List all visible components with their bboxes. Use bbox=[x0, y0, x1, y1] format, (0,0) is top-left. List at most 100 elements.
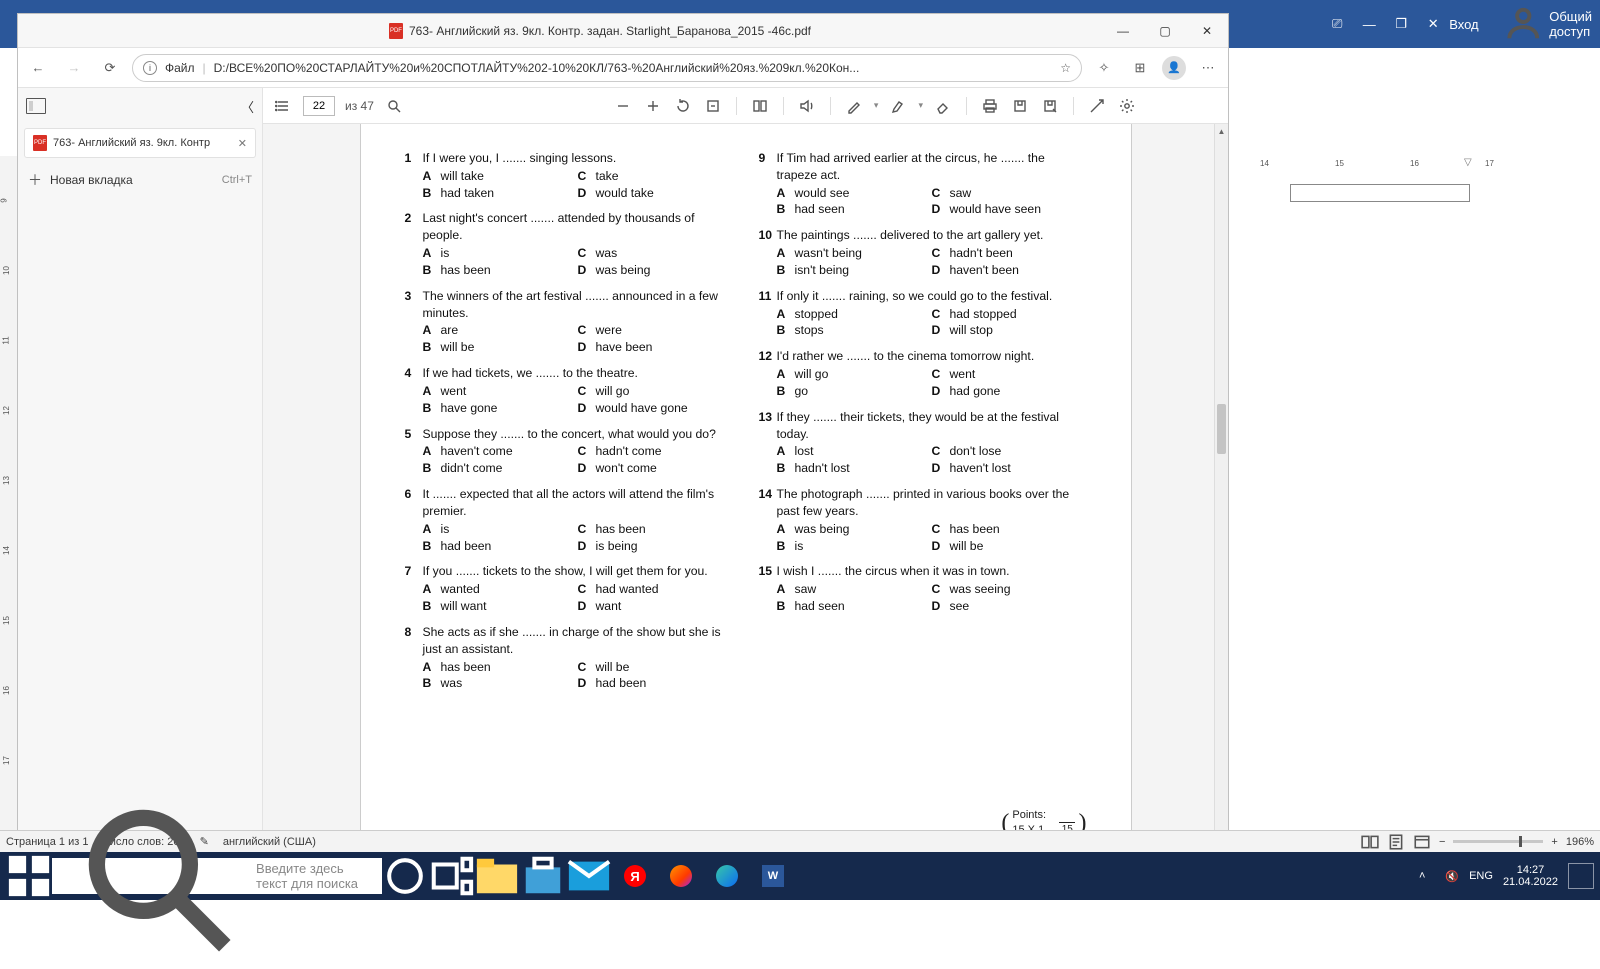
save-as-icon[interactable] bbox=[1040, 96, 1060, 116]
word-icon[interactable]: W bbox=[750, 852, 796, 900]
question-number: 13 bbox=[759, 409, 777, 477]
question-text: If only it ....... raining, so we could … bbox=[777, 288, 1087, 305]
refresh-button[interactable]: ⟳ bbox=[96, 54, 124, 82]
scroll-up-icon[interactable]: ▲ bbox=[1215, 124, 1228, 138]
address-bar[interactable]: i Файл | D:/ВСЕ%20ПО%20СТАРЛАЙТУ%20и%20С… bbox=[132, 54, 1082, 82]
settings-icon[interactable] bbox=[1117, 96, 1137, 116]
clock[interactable]: 14:27 21.04.2022 bbox=[1503, 864, 1558, 888]
yandex-icon[interactable]: Я bbox=[612, 852, 658, 900]
question: 5Suppose they ....... to the concert, wh… bbox=[405, 426, 733, 477]
login-link[interactable]: Вход bbox=[1449, 17, 1478, 32]
min-icon[interactable]: — bbox=[1359, 14, 1379, 34]
explorer-icon[interactable] bbox=[474, 852, 520, 900]
sidebar-thumbnails-icon[interactable] bbox=[26, 98, 46, 114]
question: 7If you ....... tickets to the show, I w… bbox=[405, 563, 733, 614]
option-b: has been bbox=[441, 262, 491, 279]
horizontal-ruler: 14 15 16 17 bbox=[1230, 156, 1600, 174]
notifications-icon[interactable] bbox=[1568, 863, 1594, 889]
search-icon[interactable] bbox=[384, 96, 404, 116]
firefox-icon[interactable] bbox=[658, 852, 704, 900]
file-label: Файл bbox=[165, 61, 195, 75]
option-d: will stop bbox=[950, 322, 993, 339]
task-view-icon[interactable] bbox=[428, 852, 474, 900]
zoom-in-button[interactable]: + bbox=[1551, 836, 1557, 848]
forward-button[interactable]: → bbox=[60, 54, 88, 82]
option-a: haven't come bbox=[441, 443, 513, 460]
zoom-in-icon[interactable] bbox=[643, 96, 663, 116]
restore-icon[interactable]: ❐ bbox=[1391, 14, 1411, 34]
option-d: had been bbox=[596, 675, 647, 692]
option-d: haven't been bbox=[950, 262, 1019, 279]
draw-icon[interactable] bbox=[844, 96, 864, 116]
option-d: had gone bbox=[950, 383, 1001, 400]
question: 4If we had tickets, we ....... to the th… bbox=[405, 365, 733, 416]
sidebar-new-tab[interactable]: ＋ Новая вкладка Ctrl+T bbox=[18, 162, 262, 198]
page-input[interactable] bbox=[303, 96, 335, 116]
zoom-out-icon[interactable] bbox=[613, 96, 633, 116]
chevron-down-icon[interactable]: ▾ bbox=[874, 100, 879, 111]
zoom-out-button[interactable]: − bbox=[1439, 836, 1445, 848]
print-icon[interactable] bbox=[980, 96, 1000, 116]
highlight-icon[interactable] bbox=[888, 96, 908, 116]
pdf-viewer[interactable]: 1If I were you, I ....... singing lesson… bbox=[263, 124, 1228, 846]
cortana-icon[interactable] bbox=[382, 852, 428, 900]
option-c: hadn't been bbox=[950, 245, 1013, 262]
start-button[interactable] bbox=[6, 852, 52, 900]
back-button[interactable]: ← bbox=[24, 54, 52, 82]
store-icon[interactable] bbox=[520, 852, 566, 900]
favorites-icon[interactable]: ✧ bbox=[1090, 54, 1118, 82]
option-b: stops bbox=[795, 322, 824, 339]
page-view-icon[interactable] bbox=[750, 96, 770, 116]
option-a: are bbox=[441, 322, 459, 339]
erase-icon[interactable] bbox=[933, 96, 953, 116]
share-label: Общий доступ bbox=[1549, 9, 1592, 39]
web-layout-icon[interactable] bbox=[1413, 834, 1431, 850]
ruler-mark: 14 bbox=[1260, 159, 1269, 168]
save-icon[interactable] bbox=[1010, 96, 1030, 116]
scrollbar-thumb[interactable] bbox=[1217, 404, 1226, 454]
autosave-icon[interactable]: ⎚ bbox=[1327, 14, 1347, 34]
star-icon[interactable]: ☆ bbox=[1060, 61, 1071, 75]
question: 13If they ....... their tickets, they wo… bbox=[759, 409, 1087, 477]
vertical-scrollbar[interactable]: ▲ ▼ bbox=[1214, 124, 1228, 846]
menu-icon[interactable]: ⋯ bbox=[1194, 54, 1222, 82]
question-text: If we had tickets, we ....... to the the… bbox=[423, 365, 733, 382]
edge-icon[interactable] bbox=[704, 852, 750, 900]
option-b: have gone bbox=[441, 400, 498, 417]
volume-icon[interactable]: 🔇 bbox=[1445, 870, 1459, 883]
option-b: hadn't lost bbox=[795, 460, 850, 477]
fit-page-icon[interactable] bbox=[703, 96, 723, 116]
zoom-level[interactable]: 196% bbox=[1566, 836, 1594, 848]
window-min-button[interactable]: — bbox=[1102, 14, 1144, 48]
chevron-down-icon[interactable]: ▾ bbox=[918, 100, 923, 111]
site-info-icon[interactable]: i bbox=[143, 61, 157, 75]
window-close-button[interactable]: ✕ bbox=[1186, 14, 1228, 48]
profile-avatar-icon[interactable]: 👤 bbox=[1162, 56, 1186, 80]
zoom-slider[interactable] bbox=[1453, 840, 1543, 843]
question-number: 9 bbox=[759, 150, 777, 218]
question-number: 8 bbox=[405, 624, 423, 692]
close-icon[interactable]: ✕ bbox=[1423, 14, 1443, 34]
mail-icon[interactable] bbox=[566, 852, 612, 900]
taskbar-search[interactable]: Введите здесь текст для поиска bbox=[52, 858, 382, 894]
toc-icon[interactable] bbox=[273, 96, 293, 116]
read-aloud-icon[interactable] bbox=[797, 96, 817, 116]
address-text: D:/ВСЕ%20ПО%20СТАРЛАЙТУ%20и%20СПОТЛАЙТУ%… bbox=[214, 61, 1053, 75]
print-layout-icon[interactable] bbox=[1387, 834, 1405, 850]
ruler-mark: 12 bbox=[2, 406, 11, 415]
pdf-page: 1If I were you, I ....... singing lesson… bbox=[361, 124, 1131, 846]
share-button[interactable]: Общий доступ bbox=[1501, 2, 1592, 47]
question: 8She acts as if she ....... in charge of… bbox=[405, 624, 733, 692]
fullscreen-icon[interactable] bbox=[1087, 96, 1107, 116]
close-icon[interactable]: ✕ bbox=[238, 137, 247, 150]
sidebar-collapse-icon[interactable]: 〈 bbox=[241, 97, 254, 116]
rotate-icon[interactable] bbox=[673, 96, 693, 116]
ruler-indent-icon[interactable]: ▽ bbox=[1464, 157, 1472, 168]
question-text: Last night's concert ....... attended by… bbox=[423, 210, 733, 244]
collections-icon[interactable]: ⊞ bbox=[1126, 54, 1154, 82]
read-mode-icon[interactable] bbox=[1361, 834, 1379, 850]
sidebar-tab-current[interactable]: 763- Английский яз. 9кл. Контр ✕ bbox=[24, 128, 256, 158]
window-max-button[interactable]: ▢ bbox=[1144, 14, 1186, 48]
input-lang[interactable]: ENG bbox=[1469, 870, 1493, 882]
tray-expand-icon[interactable]: ˄ bbox=[1419, 870, 1425, 882]
